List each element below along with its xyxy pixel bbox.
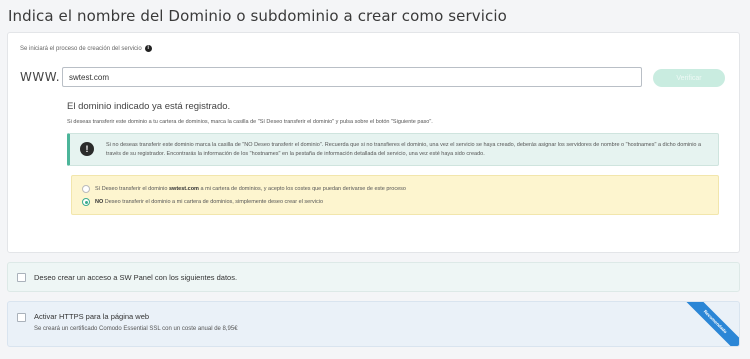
www-label: WWW. bbox=[20, 70, 61, 84]
sw-panel-label: Deseo crear un acceso a SW Panel con los… bbox=[34, 273, 238, 282]
https-checkbox[interactable] bbox=[17, 313, 26, 322]
sw-panel-checkbox[interactable] bbox=[17, 273, 26, 282]
verify-button[interactable]: Verificar bbox=[653, 69, 725, 87]
https-sub: Se creará un certificado Comodo Essentia… bbox=[34, 326, 238, 332]
option-yes-prefix: Sí Deseo transferir el dominio bbox=[95, 186, 168, 192]
option-no-prefix: NO bbox=[95, 199, 104, 205]
option-transfer-no[interactable]: NO Deseo transferir el dominio a mi cart… bbox=[82, 198, 323, 206]
domain-card: Se iniciará el proceso de creación del s… bbox=[7, 32, 740, 253]
recommended-ribbon: Recomendado bbox=[676, 302, 739, 346]
alert-text: Si no deseas transferir este dominio mar… bbox=[106, 142, 702, 157]
radio-transfer-yes[interactable] bbox=[82, 185, 90, 193]
exclamation-icon: ! bbox=[80, 142, 94, 156]
option-yes-suffix: a mi cartera de dominios, y acepto los c… bbox=[200, 186, 406, 192]
https-label: Activar HTTPS para la página web bbox=[34, 312, 150, 321]
transfer-options: Sí Deseo transferir el dominio swtest.co… bbox=[71, 175, 719, 215]
sw-panel-row[interactable]: Deseo crear un acceso a SW Panel con los… bbox=[7, 262, 740, 292]
info-icon[interactable]: i bbox=[144, 45, 152, 52]
result-title: El dominio indicado ya está registrado. bbox=[67, 101, 231, 112]
transfer-alert: ! Si no deseas transferir este dominio m… bbox=[67, 133, 719, 166]
option-no-suffix: Deseo transferir el dominio a mi cartera… bbox=[104, 199, 324, 205]
domain-input[interactable] bbox=[62, 67, 642, 87]
radio-transfer-no[interactable] bbox=[82, 198, 90, 206]
https-row[interactable]: Activar HTTPS para la página web Se crea… bbox=[7, 301, 740, 347]
info-text: Se iniciará el proceso de creación del s… bbox=[20, 45, 142, 52]
option-transfer-yes[interactable]: Sí Deseo transferir el dominio swtest.co… bbox=[82, 185, 406, 193]
option-yes-domain: swtest.com bbox=[168, 186, 199, 192]
result-subtitle: Si deseas transferir este dominio a tu c… bbox=[67, 119, 433, 125]
page-title: Indica el nombre del Dominio o subdomini… bbox=[8, 7, 507, 25]
info-line: Se iniciará el proceso de creación del s… bbox=[20, 45, 152, 52]
